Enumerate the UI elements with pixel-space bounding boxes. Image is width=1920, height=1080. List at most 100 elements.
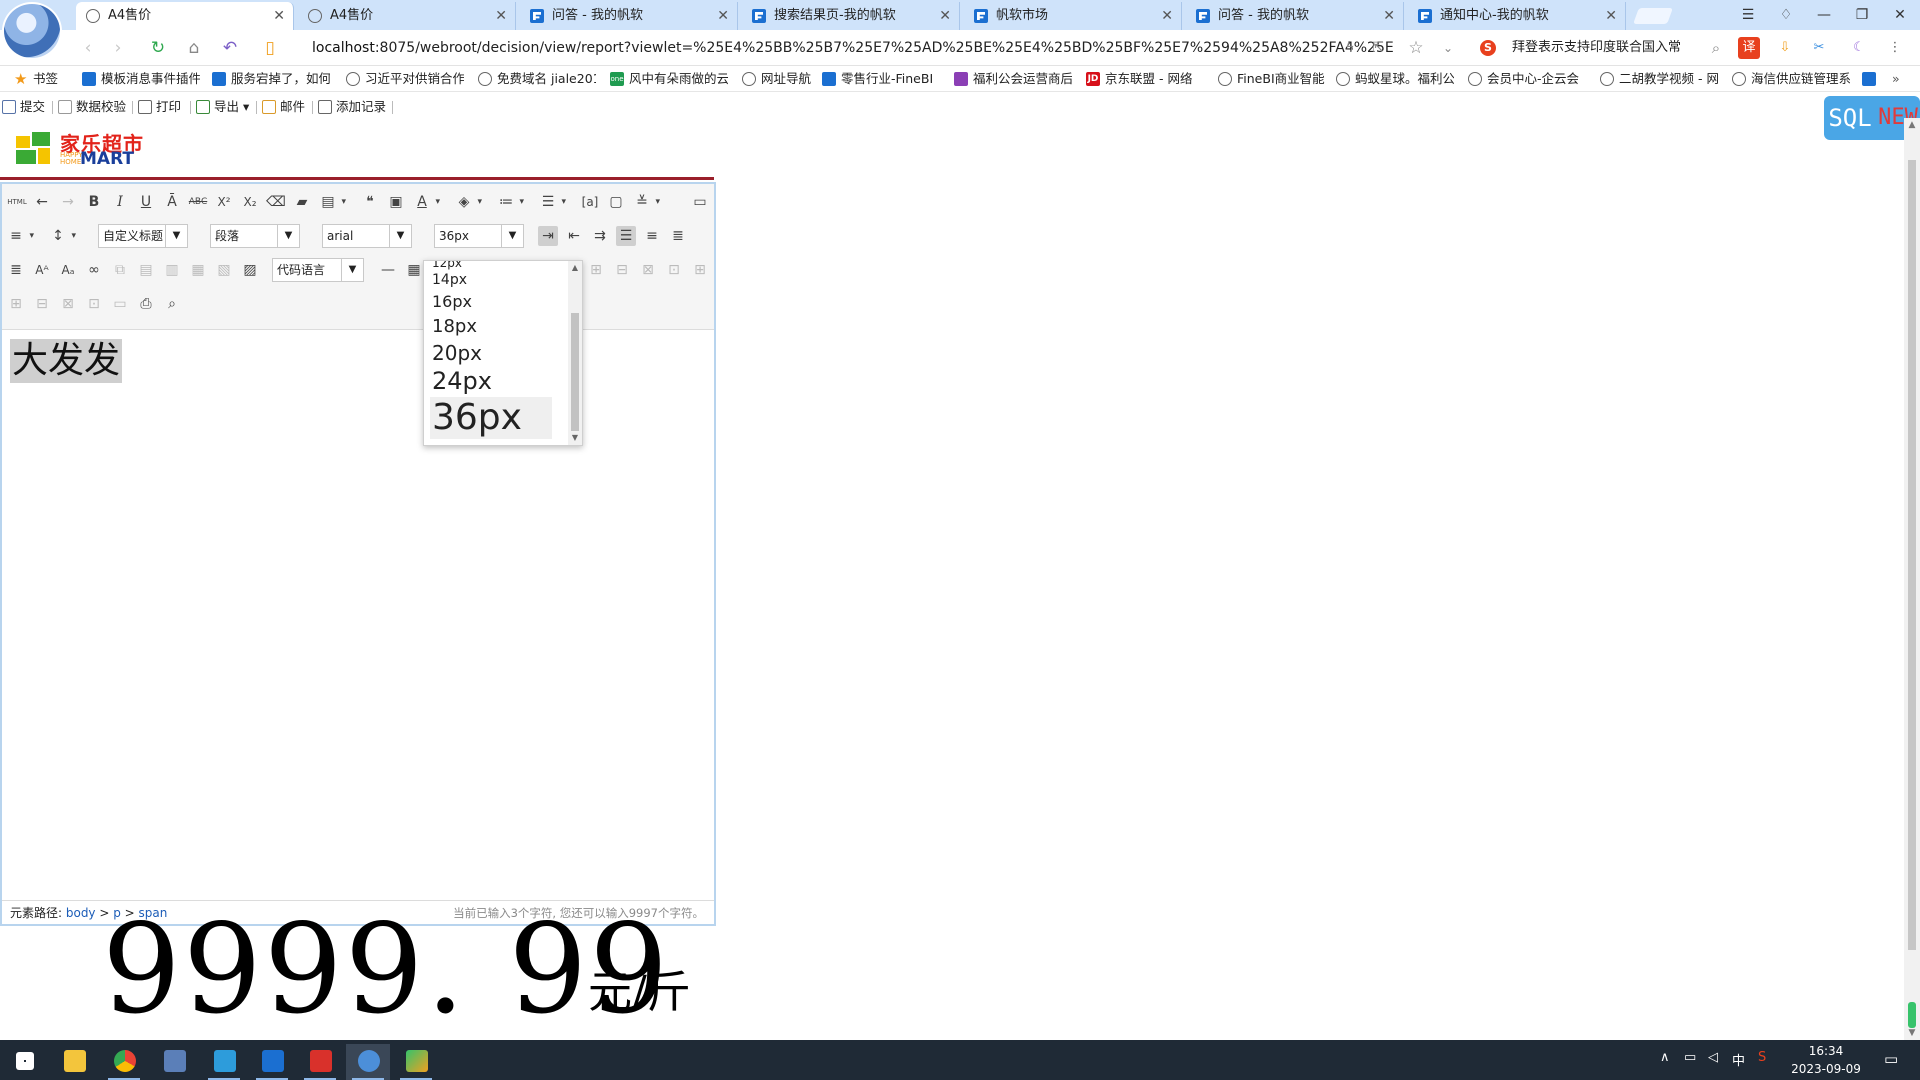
outdent-icon[interactable]: ⇉ bbox=[590, 226, 610, 246]
table-col-icon[interactable]: ⊟ bbox=[32, 294, 52, 314]
bookmark-item[interactable]: 零售行业-FineBI bbox=[822, 70, 940, 88]
table-split-row-icon[interactable]: ⊠ bbox=[58, 294, 78, 314]
table-split-col-icon[interactable]: ⊡ bbox=[84, 294, 104, 314]
chart-icon[interactable]: ▭ bbox=[110, 294, 130, 314]
submit-button[interactable]: 提交 bbox=[2, 98, 45, 116]
search-hint[interactable]: S 拜登表示支持印度联合国入常 bbox=[1480, 34, 1710, 62]
lowercase-icon[interactable]: Aₐ bbox=[58, 260, 78, 280]
bookmark-item[interactable]: 二胡教学视频 - 网 bbox=[1600, 70, 1718, 88]
window-close-icon[interactable]: ✕ bbox=[1886, 4, 1914, 26]
unordered-list-icon[interactable]: ☰ bbox=[538, 192, 566, 212]
user-avatar[interactable] bbox=[2, 2, 62, 60]
horizontal-rule-icon[interactable]: — bbox=[378, 260, 398, 280]
subscript-icon[interactable]: X₂ bbox=[240, 192, 260, 212]
undo-icon[interactable]: ← bbox=[32, 192, 52, 212]
taskbar-app[interactable] bbox=[394, 1044, 438, 1080]
star-icon[interactable]: ☆ bbox=[1404, 36, 1428, 60]
blockquote-icon[interactable]: ❝ bbox=[360, 192, 380, 212]
scroll-down-icon[interactable]: ▼ bbox=[1904, 1028, 1920, 1038]
ime-indicator[interactable]: 中 bbox=[1732, 1050, 1745, 1069]
tab-notifications[interactable]: 通知中心-我的帆软 ✕ bbox=[1408, 2, 1626, 30]
export-button[interactable]: 导出 ▾ bbox=[196, 98, 249, 116]
close-icon[interactable]: ✕ bbox=[495, 2, 507, 30]
bookmark-item[interactable]: FineBI商业智能 bbox=[1218, 70, 1328, 88]
editor-content-area[interactable]: 大发发 bbox=[2, 331, 714, 891]
taskbar-sogou[interactable] bbox=[346, 1044, 390, 1080]
text-box-icon[interactable]: [a] bbox=[580, 192, 600, 212]
taskbar-wps[interactable] bbox=[298, 1044, 342, 1080]
date-icon[interactable]: ▦ bbox=[404, 260, 424, 280]
link-icon[interactable]: ∞ bbox=[84, 260, 104, 280]
tray-chevron-up-icon[interactable]: ∧ bbox=[1660, 1050, 1670, 1065]
reader-icon[interactable]: ▯ bbox=[258, 36, 282, 60]
close-icon[interactable]: ✕ bbox=[717, 2, 729, 30]
forward-icon[interactable]: › bbox=[106, 36, 130, 60]
font-size-option[interactable]: 24px bbox=[432, 366, 492, 396]
bookmark-item[interactable]: one 风中有朵雨做的云 bbox=[610, 70, 728, 88]
table-row-icon[interactable]: ⊞ bbox=[6, 294, 26, 314]
background-color-icon[interactable]: ◈ bbox=[454, 192, 482, 212]
table-merge-icon[interactable]: ⊡ bbox=[664, 260, 684, 280]
download-icon[interactable]: ⇩ bbox=[1774, 37, 1796, 59]
taskbar-explorer[interactable] bbox=[52, 1044, 96, 1080]
search-icon[interactable]: ⌕ bbox=[1704, 36, 1728, 60]
tab-a4-price-1[interactable]: A4售价 ✕ bbox=[76, 2, 294, 30]
scrollbar-thumb[interactable] bbox=[1908, 160, 1916, 950]
bold-icon[interactable]: B bbox=[84, 192, 104, 212]
ordered-list-icon[interactable]: ≔ bbox=[496, 192, 524, 212]
bookmark-item[interactable]: 模板消息事件插件 bbox=[82, 70, 200, 88]
line-height-icon[interactable]: ↕ bbox=[48, 226, 76, 246]
chevron-down-icon[interactable]: ⌄ bbox=[1436, 36, 1460, 60]
close-icon[interactable]: ✕ bbox=[1383, 2, 1395, 30]
bookmark-item[interactable]: ★ 书签 bbox=[14, 70, 74, 88]
font-border-icon[interactable]: Ā bbox=[162, 192, 182, 212]
image-right-icon[interactable]: ▥ bbox=[162, 260, 182, 280]
font-size-option[interactable]: 16px bbox=[432, 291, 472, 313]
tab-qa-1[interactable]: 问答 - 我的帆软 ✕ bbox=[520, 2, 738, 30]
sogou-ime-icon[interactable]: S bbox=[1758, 1050, 1766, 1065]
home-icon[interactable]: ⌂ bbox=[182, 36, 206, 60]
scroll-up-icon[interactable]: ▲ bbox=[1904, 120, 1920, 130]
table-split-icon[interactable]: ⊠ bbox=[638, 260, 658, 280]
scrollbar-thumb[interactable] bbox=[571, 313, 579, 431]
superscript-icon[interactable]: X² bbox=[214, 192, 234, 212]
rtl-direction-icon[interactable]: ⇤ bbox=[564, 226, 584, 246]
strikethrough-icon[interactable]: ABC bbox=[188, 192, 208, 212]
font-size-option[interactable]: 14px bbox=[432, 271, 467, 289]
editor-selected-text[interactable]: 大发发 bbox=[10, 339, 123, 383]
share-icon[interactable]: ⇱ bbox=[1366, 36, 1390, 60]
font-size-select[interactable]: 36px ▼ bbox=[434, 224, 524, 248]
clock[interactable]: 16:34 2023-09-09 bbox=[1776, 1042, 1876, 1078]
image-center-icon[interactable]: ▧ bbox=[214, 260, 234, 280]
menu-icon[interactable]: ☰ bbox=[1734, 4, 1762, 26]
restore-icon[interactable]: ❐ bbox=[1848, 4, 1876, 26]
code-language-select[interactable]: 代码语言 ▼ bbox=[272, 258, 364, 282]
italic-icon[interactable]: I bbox=[110, 192, 130, 212]
bookmark-item[interactable]: 网址导航 bbox=[742, 70, 820, 88]
close-icon[interactable]: ✕ bbox=[1605, 2, 1617, 30]
new-tab-button[interactable] bbox=[1633, 8, 1673, 24]
page-icon[interactable]: ▢ bbox=[606, 192, 626, 212]
bookmark-item[interactable]: 免费域名 jiale201 bbox=[478, 70, 596, 88]
bookmark-item[interactable] bbox=[1862, 70, 1881, 88]
start-button[interactable] bbox=[2, 1044, 46, 1080]
bookmark-item[interactable]: 海信供应链管理系 bbox=[1732, 70, 1850, 88]
add-record-button[interactable]: 添加记录 bbox=[318, 98, 386, 116]
tab-qa-2[interactable]: 问答 - 我的帆软 ✕ bbox=[1186, 2, 1404, 30]
close-icon[interactable]: ✕ bbox=[939, 2, 951, 30]
grid-menu-icon[interactable]: ⋮ bbox=[1884, 37, 1906, 59]
skin-icon[interactable]: ♢ bbox=[1772, 4, 1800, 26]
scroll-up-icon[interactable]: ▲ bbox=[568, 263, 582, 272]
lightning-icon[interactable]: ϟ bbox=[1338, 36, 1362, 60]
taskbar-app[interactable] bbox=[152, 1044, 196, 1080]
bookmark-item[interactable]: 福利公会运营商后 bbox=[954, 70, 1072, 88]
path-body-link[interactable]: body bbox=[66, 906, 96, 920]
html-source-icon[interactable]: HTML bbox=[6, 192, 28, 212]
close-icon[interactable]: ✕ bbox=[1161, 2, 1173, 30]
bookmark-item[interactable]: 习近平对供销合作 bbox=[346, 70, 464, 88]
align-center-icon[interactable]: ≡ bbox=[642, 226, 662, 246]
mail-button[interactable]: 邮件 bbox=[262, 98, 305, 116]
preview-icon[interactable]: ⌕ bbox=[162, 294, 182, 314]
refresh-icon[interactable]: ↻ bbox=[146, 36, 170, 60]
tab-a4-price-2[interactable]: A4售价 ✕ bbox=[298, 2, 516, 30]
